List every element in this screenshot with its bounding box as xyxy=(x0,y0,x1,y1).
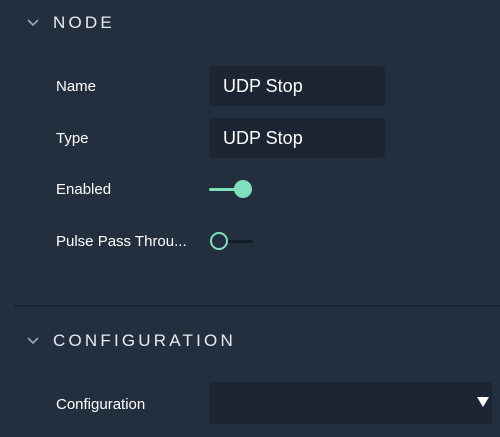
name-label: Name xyxy=(56,78,97,95)
caret-down-icon xyxy=(477,397,489,407)
configuration-section-header[interactable]: CONFIGURATION xyxy=(0,321,500,361)
section-divider xyxy=(14,305,500,307)
type-field[interactable]: UDP Stop xyxy=(209,118,385,158)
properties-panel: NODE Name UDP Stop Type UDP Stop Enabled… xyxy=(0,0,500,437)
chevron-down-icon xyxy=(26,16,40,30)
name-field[interactable]: UDP Stop xyxy=(209,66,385,106)
chevron-down-icon xyxy=(26,334,40,348)
configuration-select[interactable] xyxy=(209,382,492,424)
toggle-knob xyxy=(234,180,252,198)
type-label: Type xyxy=(56,130,89,147)
section-title-configuration: CONFIGURATION xyxy=(53,331,236,350)
pulse-pass-through-toggle[interactable] xyxy=(209,231,255,253)
enabled-toggle[interactable] xyxy=(209,179,255,201)
pulse-pass-through-label: Pulse Pass Throu... xyxy=(56,233,187,250)
section-title-node: NODE xyxy=(53,13,115,32)
node-section-header[interactable]: NODE xyxy=(0,3,500,43)
enabled-label: Enabled xyxy=(56,181,112,198)
configuration-label: Configuration xyxy=(56,396,146,413)
toggle-knob xyxy=(210,232,228,250)
